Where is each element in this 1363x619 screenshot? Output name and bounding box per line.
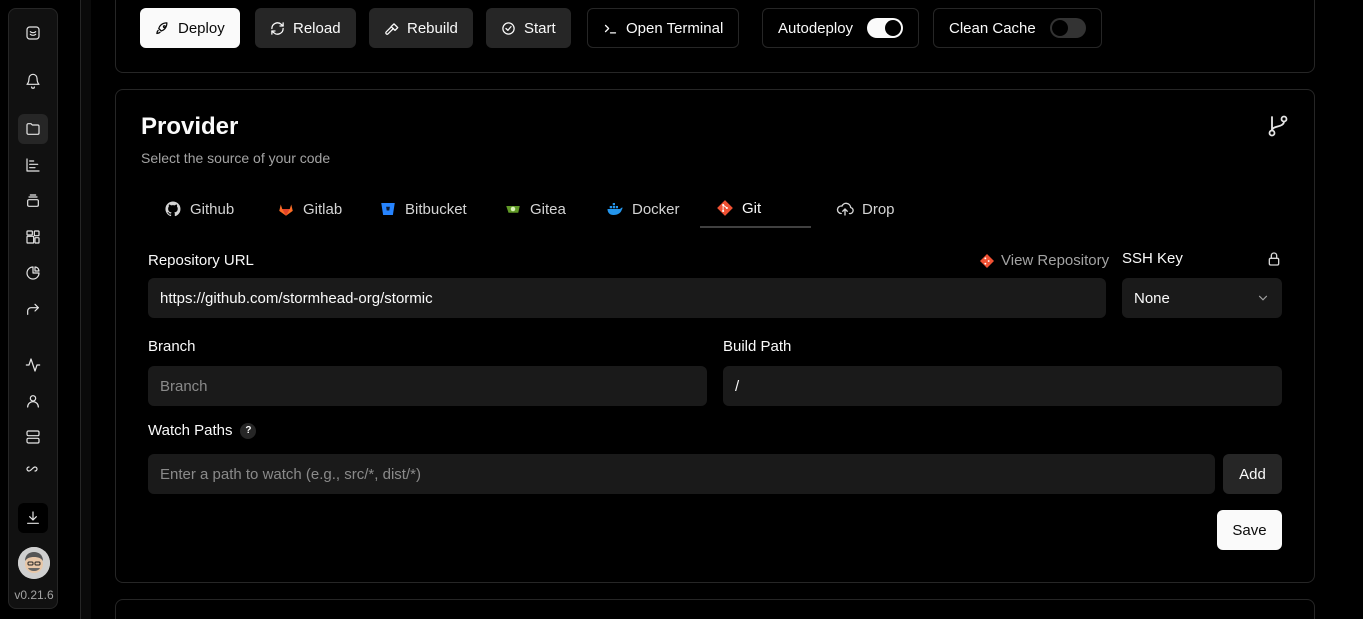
bitbucket-icon: [381, 203, 395, 215]
refresh-icon: [271, 21, 284, 35]
git-icon: [717, 200, 733, 216]
branch-placeholder: Branch: [160, 377, 208, 395]
pie-chart-icon[interactable]: [18, 258, 48, 288]
download-icon[interactable]: [18, 503, 48, 533]
version-label: v0.21.6: [14, 588, 54, 602]
clean-cache-toggle[interactable]: [1049, 18, 1086, 38]
deploy-label: Deploy: [178, 19, 225, 37]
hammer-icon: [385, 22, 399, 35]
chart-icon[interactable]: [18, 150, 48, 180]
tab-gitlab-label: Gitlab: [303, 200, 343, 218]
ssh-key-label: SSH Key: [1122, 250, 1183, 267]
app-root: v0.21.6 Deploy Reload Rebuild Start Open…: [0, 0, 1363, 619]
autodeploy-toggle[interactable]: [867, 18, 904, 38]
branch-label: Branch: [148, 338, 196, 355]
watch-paths-placeholder: Enter a path to watch (e.g., src/*, dist…: [160, 465, 421, 483]
ssh-key-value: None: [1134, 289, 1170, 307]
deploy-button[interactable]: Deploy: [140, 8, 240, 48]
user-icon[interactable]: [18, 386, 48, 416]
repository-url-label: Repository URL: [148, 252, 254, 269]
blocks-icon[interactable]: [18, 222, 48, 252]
open-terminal-button[interactable]: Open Terminal: [587, 8, 740, 48]
clean-cache-control: Clean Cache: [933, 8, 1102, 48]
git-branch-icon: [1266, 114, 1290, 138]
repository-url-input[interactable]: https://github.com/stormhead-org/stormic: [148, 278, 1106, 318]
avatar[interactable]: [18, 547, 50, 579]
layers-icon[interactable]: [18, 186, 48, 216]
provider-tabs: Github Gitlab Bitbucket Gitea Docker Git: [148, 190, 928, 228]
view-repository-link[interactable]: View Repository: [979, 252, 1109, 269]
tab-bitbucket-label: Bitbucket: [405, 200, 467, 218]
tab-gitea-label: Gitea: [530, 200, 566, 218]
tab-github-label: Github: [190, 200, 235, 218]
chevron-down-icon: [1258, 295, 1268, 301]
check-circle-icon: [502, 21, 515, 35]
next-card: [115, 599, 1315, 619]
watch-paths-label: Watch Paths ?: [148, 422, 257, 439]
autodeploy-label: Autodeploy: [778, 19, 854, 37]
tab-bitbucket[interactable]: Bitbucket: [363, 190, 483, 228]
tab-docker[interactable]: Docker: [590, 190, 700, 228]
provider-card: Provider Select the source of your code …: [115, 89, 1315, 583]
terminal-icon: [604, 24, 617, 33]
tab-gitlab[interactable]: Gitlab: [261, 190, 361, 228]
tab-git[interactable]: Git: [700, 190, 811, 228]
folder-icon[interactable]: [18, 114, 48, 144]
start-label: Start: [524, 19, 556, 37]
actions-card: Deploy Reload Rebuild Start Open Termina…: [115, 0, 1315, 73]
tab-gitea[interactable]: Gitea: [488, 190, 588, 228]
logo-icon[interactable]: [18, 18, 48, 48]
save-label: Save: [1232, 521, 1267, 539]
bell-icon[interactable]: [18, 66, 48, 96]
content-gutter: [80, 0, 91, 619]
view-repository-label: View Repository: [1001, 252, 1110, 269]
build-path-input[interactable]: /: [723, 366, 1282, 406]
save-button[interactable]: Save: [1217, 510, 1282, 550]
provider-subtitle: Select the source of your code: [141, 150, 331, 166]
sidebar: v0.21.6: [8, 8, 58, 609]
repository-url-value: https://github.com/stormhead-org/stormic: [160, 289, 433, 307]
git-icon: [980, 253, 994, 268]
tab-drop-label: Drop: [862, 200, 895, 218]
tab-github[interactable]: Github: [148, 190, 263, 228]
build-path-value: /: [735, 377, 740, 395]
server-icon[interactable]: [18, 422, 48, 452]
gitea-icon: [506, 206, 520, 213]
tab-docker-label: Docker: [632, 200, 680, 218]
rebuild-button[interactable]: Rebuild: [369, 8, 473, 48]
docker-icon: [607, 203, 623, 215]
lock-icon[interactable]: [1266, 251, 1282, 267]
upload-cloud-icon: [836, 202, 854, 216]
gitlab-icon: [279, 204, 293, 216]
help-icon[interactable]: ?: [240, 422, 257, 439]
open-terminal-label: Open Terminal: [626, 19, 724, 37]
add-label: Add: [1239, 465, 1266, 483]
watch-paths-text: Watch Paths: [148, 422, 233, 439]
ssh-key-select[interactable]: None: [1122, 278, 1282, 318]
branch-input[interactable]: Branch: [148, 366, 707, 406]
activity-icon[interactable]: [18, 350, 48, 380]
clean-cache-label: Clean Cache: [949, 19, 1036, 37]
start-button[interactable]: Start: [486, 8, 571, 48]
add-watch-path-button[interactable]: Add: [1223, 454, 1282, 494]
github-icon: [165, 201, 181, 217]
reload-button[interactable]: Reload: [255, 8, 356, 48]
autodeploy-control: Autodeploy: [762, 8, 920, 48]
forward-icon[interactable]: [18, 294, 48, 324]
tab-git-label: Git: [742, 199, 762, 217]
tab-drop[interactable]: Drop: [820, 190, 920, 228]
rebuild-label: Rebuild: [407, 19, 458, 37]
provider-title: Provider: [141, 113, 239, 140]
infinity-icon[interactable]: [18, 454, 48, 484]
reload-label: Reload: [293, 19, 341, 37]
rocket-icon: [156, 21, 168, 34]
watch-paths-input[interactable]: Enter a path to watch (e.g., src/*, dist…: [148, 454, 1215, 494]
build-path-label: Build Path: [723, 338, 792, 355]
